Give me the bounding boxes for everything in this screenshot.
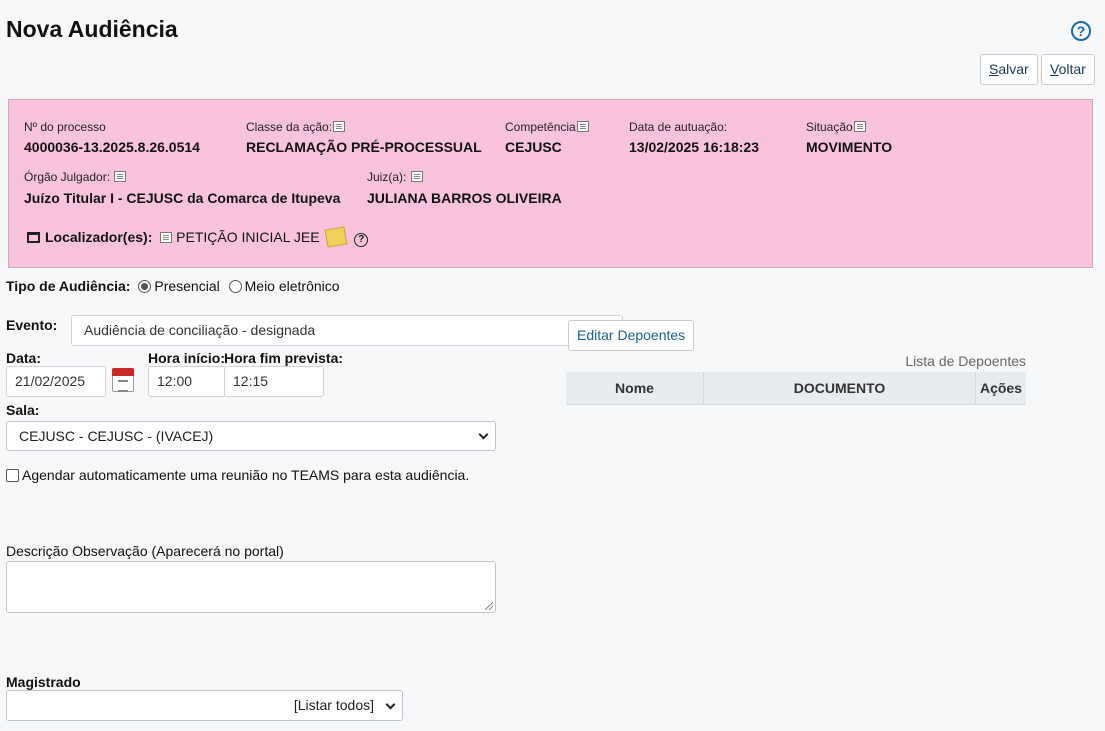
- resize-handle-icon[interactable]: [485, 602, 493, 610]
- radio-presencial-label[interactable]: Presencial: [154, 278, 219, 294]
- chevron-down-icon: [478, 429, 489, 440]
- teams-checkbox-label[interactable]: Agendar automaticamente uma reunião no T…: [22, 467, 469, 483]
- list-icon[interactable]: [853, 121, 866, 132]
- teams-checkbox[interactable]: [6, 469, 19, 482]
- date-field[interactable]: 21/02/2025: [6, 366, 106, 397]
- magistrate-label: Magistrado: [6, 674, 81, 690]
- list-icon[interactable]: [160, 232, 173, 243]
- column-header-nome[interactable]: Nome: [566, 372, 704, 404]
- magistrate-select[interactable]: [Listar todos]: [6, 690, 403, 721]
- date-label: Data:: [6, 350, 42, 366]
- column-header-acoes: Ações: [979, 380, 1023, 396]
- hearing-type-label: Tipo de Audiência:: [6, 278, 131, 294]
- sticky-note-icon[interactable]: [325, 226, 348, 248]
- competence-value: CEJUSC: [505, 139, 562, 155]
- filing-date-value: 13/02/2025 16:18:23: [629, 139, 759, 155]
- back-button[interactable]: Voltar: [1041, 54, 1095, 85]
- save-label: alvar: [998, 61, 1029, 77]
- room-label: Sala:: [6, 402, 40, 418]
- save-button[interactable]: Salvar: [980, 54, 1038, 85]
- question-circle-icon[interactable]: ?: [1071, 21, 1091, 41]
- court-body-label: Órgão Julgador:: [24, 170, 127, 184]
- locators-row: Localizador(es): PETIÇÃO INICIAL JEE ?: [17, 226, 369, 248]
- radio-presencial[interactable]: [138, 280, 152, 293]
- list-icon[interactable]: [576, 121, 589, 132]
- room-select-value: CEJUSC - CEJUSC - (IVACEJ): [19, 428, 214, 444]
- event-label: Evento:: [6, 317, 58, 333]
- teams-checkbox-row[interactable]: Agendar automaticamente uma reunião no T…: [6, 467, 469, 483]
- end-time-label: Hora fim prevista:: [224, 350, 344, 366]
- calendar-icon[interactable]: [112, 368, 134, 392]
- status-value: MOVIMENTO: [806, 139, 893, 155]
- room-select[interactable]: CEJUSC - CEJUSC - (IVACEJ): [6, 421, 496, 451]
- chevron-down-icon: [385, 699, 396, 710]
- column-header-documento[interactable]: DOCUMENTO: [704, 372, 976, 404]
- list-icon[interactable]: [114, 171, 127, 182]
- back-label: oltar: [1058, 61, 1086, 77]
- description-label: Descrição Observação (Aparecerá no porta…: [6, 543, 284, 559]
- competence-label: Competência: [505, 120, 589, 134]
- deponents-table-caption: Lista de Depoentes: [905, 353, 1026, 369]
- start-time-field[interactable]: 12:00: [148, 366, 226, 397]
- help-icon[interactable]: ?: [354, 233, 369, 247]
- save-accesskey: S: [989, 61, 999, 77]
- locator-value[interactable]: PETIÇÃO INICIAL JEE: [176, 229, 319, 245]
- process-number-value: 4000036-13.2025.8.26.0514: [24, 139, 200, 155]
- description-textarea[interactable]: [6, 561, 496, 613]
- back-accesskey: V: [1050, 61, 1059, 77]
- action-class-label: Classe da ação:: [246, 120, 346, 134]
- end-time-field[interactable]: 12:15: [224, 366, 324, 397]
- action-class-value: RECLAMAÇÃO PRÉ-PROCESSUAL: [246, 139, 482, 155]
- page-title: Nova Audiência: [6, 16, 178, 42]
- court-body-value: Juízo Titular I - CEJUSC da Comarca de I…: [24, 190, 341, 206]
- list-icon[interactable]: [410, 171, 423, 182]
- radio-meio-eletronico[interactable]: [228, 280, 242, 293]
- inbox-icon: [27, 232, 40, 243]
- radio-meio-eletronico-label[interactable]: Meio eletrônico: [245, 278, 340, 294]
- edit-deponents-button[interactable]: Editar Depoentes: [568, 320, 695, 351]
- event-field[interactable]: Audiência de conciliação - designada: [71, 315, 623, 346]
- hearing-type-row: Tipo de Audiência: Presencial Meio eletr…: [6, 278, 340, 294]
- filing-date-label: Data de autuação:: [629, 120, 728, 134]
- judge-label: Juiz(a):: [367, 170, 423, 184]
- status-label: Situação: [806, 120, 866, 134]
- magistrate-select-value: [Listar todos]: [293, 697, 374, 713]
- start-time-label: Hora início:: [148, 350, 226, 366]
- list-icon[interactable]: [333, 121, 346, 132]
- deponents-table-header: Nome DOCUMENTO Ações: [566, 372, 1026, 405]
- locators-label: Localizador(es):: [45, 229, 153, 245]
- judge-value: JULIANA BARROS OLIVEIRA: [367, 190, 562, 206]
- process-number-label: Nº do processo: [24, 120, 106, 134]
